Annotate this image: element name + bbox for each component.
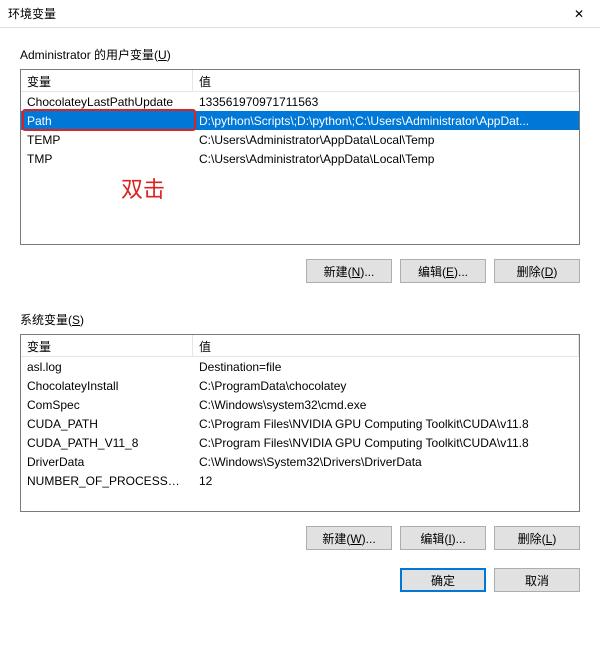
var-value: C:\Windows\system32\cmd.exe [193,397,579,413]
system-delete-button[interactable]: 删除(L) [494,526,580,550]
table-row[interactable]: CUDA_PATHC:\Program Files\NVIDIA GPU Com… [21,414,579,433]
var-value: Destination=file [193,359,579,375]
var-value: C:\Users\Administrator\AppData\Local\Tem… [193,132,579,148]
var-name: CUDA_PATH [21,416,193,432]
user-delete-button[interactable]: 删除(D) [494,259,580,283]
system-buttons: 新建(W)... 编辑(I)... 删除(L) [20,526,580,550]
table-row[interactable]: DriverDataC:\Windows\System32\Drivers\Dr… [21,452,579,471]
var-name: ComSpec [21,397,193,413]
var-name: ChocolateyInstall [21,378,193,394]
var-value: C:\Program Files\NVIDIA GPU Computing To… [193,416,579,432]
var-value: D:\python\Scripts\;D:\python\;C:\Users\A… [193,113,579,129]
col-variable[interactable]: 变量 [21,335,193,356]
var-name: ChocolateyLastPathUpdate [21,94,193,110]
system-vars-table[interactable]: 变量 值 asl.logDestination=fileChocolateyIn… [20,334,580,512]
var-name: TEMP [21,132,193,148]
titlebar: 环境变量 ✕ [0,0,600,28]
table-row[interactable]: CUDA_PATH_V11_8C:\Program Files\NVIDIA G… [21,433,579,452]
table-row[interactable]: TMPC:\Users\Administrator\AppData\Local\… [21,149,579,168]
table-row[interactable]: asl.logDestination=file [21,357,579,376]
user-vars-label: Administrator 的用户变量(U) [20,46,580,63]
table-row[interactable]: ChocolateyInstallC:\ProgramData\chocolat… [21,376,579,395]
table-row[interactable]: NUMBER_OF_PROCESSORS12 [21,471,579,490]
var-name: CUDA_PATH_V11_8 [21,435,193,451]
col-value[interactable]: 值 [193,335,579,356]
var-value: C:\Program Files\NVIDIA GPU Computing To… [193,435,579,451]
var-value: C:\Windows\System32\Drivers\DriverData [193,454,579,470]
user-table-header: 变量 值 [21,70,579,92]
window-title: 环境变量 [8,5,56,22]
var-name: TMP [21,151,193,167]
var-value: C:\Users\Administrator\AppData\Local\Tem… [193,151,579,167]
system-vars-label: 系统变量(S) [20,311,580,328]
col-variable[interactable]: 变量 [21,70,193,91]
close-button[interactable]: ✕ [558,0,600,28]
col-value[interactable]: 值 [193,70,579,91]
table-row[interactable]: TEMPC:\Users\Administrator\AppData\Local… [21,130,579,149]
var-name: asl.log [21,359,193,375]
system-table-header: 变量 值 [21,335,579,357]
ok-button[interactable]: 确定 [400,568,486,592]
user-buttons: 新建(N)... 编辑(E)... 删除(D) [20,259,580,283]
table-row[interactable]: ChocolateyLastPathUpdate1335619709717115… [21,92,579,111]
system-new-button[interactable]: 新建(W)... [306,526,392,550]
var-value: C:\ProgramData\chocolatey [193,378,579,394]
cancel-button[interactable]: 取消 [494,568,580,592]
system-edit-button[interactable]: 编辑(I)... [400,526,486,550]
var-name: NUMBER_OF_PROCESSORS [21,473,193,489]
user-new-button[interactable]: 新建(N)... [306,259,392,283]
dialog-buttons: 确定 取消 [20,568,580,592]
user-vars-table[interactable]: 变量 值 ChocolateyLastPathUpdate13356197097… [20,69,580,245]
table-row[interactable]: PathD:\python\Scripts\;D:\python\;C:\Use… [21,111,579,130]
table-row[interactable]: ComSpecC:\Windows\system32\cmd.exe [21,395,579,414]
var-value: 133561970971711563 [193,94,579,110]
var-name: Path [21,113,193,129]
user-edit-button[interactable]: 编辑(E)... [400,259,486,283]
var-name: DriverData [21,454,193,470]
close-icon: ✕ [574,7,584,21]
var-value: 12 [193,473,579,489]
